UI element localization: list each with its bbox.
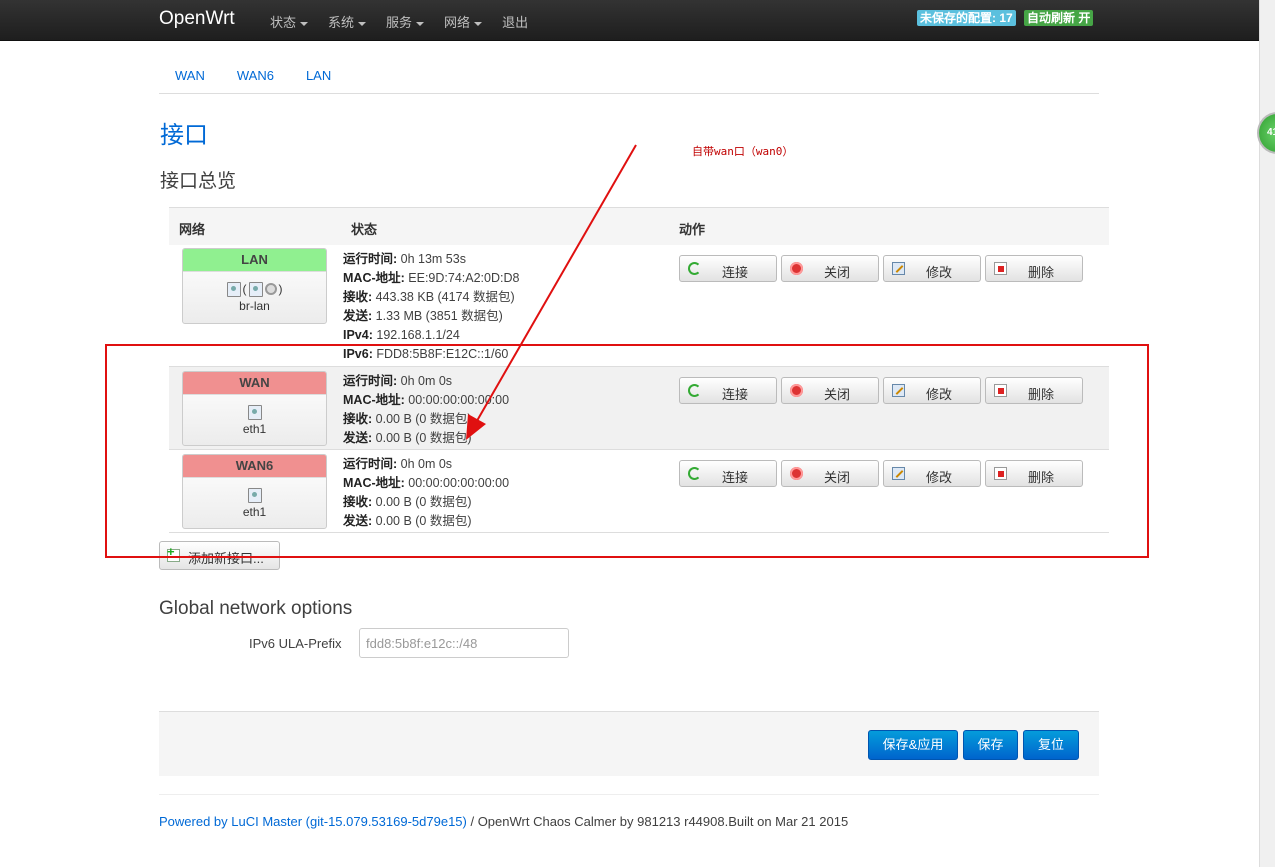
table-header: 网络 状态 动作 (169, 207, 1109, 246)
unsaved-changes-badge[interactable]: 未保存的配置: 17 (917, 10, 1016, 26)
page-title: 接口 (160, 122, 208, 149)
connect-button[interactable]: 连接 (679, 255, 777, 282)
table-row: WAN eth1 运行时间: 0h 0m 0s MAC-地址: 00:00:00… (169, 367, 1109, 450)
network-badge-lan: LAN ( ) br-lan (182, 248, 327, 324)
interface-tabs: WAN WAN6 LAN (159, 68, 1099, 94)
menu-logout[interactable]: 退出 (502, 12, 528, 31)
delete-button[interactable]: 删除 (985, 460, 1083, 487)
network-badge-wan6: WAN6 eth1 (182, 454, 327, 529)
table-row: WAN6 eth1 运行时间: 0h 0m 0s MAC-地址: 00:00:0… (169, 450, 1109, 533)
reset-button[interactable]: 复位 (1023, 730, 1079, 760)
add-interface-button[interactable]: 添加新接口... (159, 541, 280, 570)
delete-button[interactable]: 删除 (985, 377, 1083, 404)
bridge-icon (226, 281, 241, 297)
network-name: WAN (183, 372, 326, 395)
global-options-title: Global network options (159, 598, 353, 619)
device-name: eth1 (242, 422, 267, 436)
interface-status: 运行时间: 0h 0m 0s MAC-地址: 00:00:00:00:00:00… (343, 457, 510, 528)
close-button[interactable]: 关闭 (781, 255, 879, 282)
ethernet-icon (247, 404, 262, 420)
chevron-down-icon (358, 21, 367, 26)
ethernet-icon (248, 281, 263, 297)
edit-button[interactable]: 修改 (883, 255, 981, 282)
menu-services[interactable]: 服务 (386, 12, 425, 31)
row-actions: 连接 关闭 修改 删除 (679, 377, 1083, 404)
row-actions: 连接 关闭 修改 删除 (679, 460, 1083, 487)
close-button[interactable]: 关闭 (781, 377, 879, 404)
edit-button[interactable]: 修改 (883, 460, 981, 487)
ula-prefix-input[interactable] (359, 628, 569, 658)
connect-button[interactable]: 连接 (679, 460, 777, 487)
footer-credits: Powered by LuCI Master (git-15.079.53169… (159, 814, 849, 829)
main-menu: 状态 系统 服务 网络 退出 (270, 12, 548, 31)
row-actions: 连接 关闭 修改 删除 (679, 255, 1083, 282)
header-actions: 动作 (679, 222, 706, 237)
table-row: LAN ( ) br-lan 运行时间: 0h 13m 53s MAC-地址: … (169, 245, 1109, 367)
tab-wan[interactable]: WAN (159, 68, 221, 93)
interface-status: 运行时间: 0h 13m 53s MAC-地址: EE:9D:74:A2:0D:… (343, 252, 520, 361)
delete-button[interactable]: 删除 (985, 255, 1083, 282)
save-apply-button[interactable]: 保存&应用 (868, 730, 958, 760)
brand-logo[interactable]: OpenWrt (159, 8, 235, 30)
wireless-icon (264, 283, 277, 295)
ethernet-icon (247, 487, 262, 503)
menu-network[interactable]: 网络 (444, 12, 483, 31)
chevron-down-icon (474, 21, 483, 26)
device-name: eth1 (242, 505, 267, 519)
header-status: 状态 (351, 222, 378, 237)
menu-status[interactable]: 状态 (270, 12, 309, 31)
top-navbar: OpenWrt 状态 系统 服务 网络 退出 未保存的配置: 17 自动刷新 开 (0, 0, 1260, 41)
footer-divider (159, 794, 1099, 795)
form-actions-bar: 保存&应用 保存 复位 (159, 711, 1099, 776)
interface-table: 网络 状态 动作 LAN ( ) br-lan 运行时间: 0h 13m 53s… (169, 207, 1109, 533)
section-title: 接口总览 (160, 171, 237, 192)
header-network: 网络 (179, 222, 206, 237)
device-name: br-lan (239, 299, 270, 313)
annotation-note: 自带wan口（wan0） (692, 145, 794, 158)
luci-link[interactable]: Powered by LuCI Master (git-15.079.53169… (159, 814, 467, 829)
chevron-down-icon (416, 21, 425, 26)
connect-button[interactable]: 连接 (679, 377, 777, 404)
chevron-down-icon (300, 21, 309, 26)
close-button[interactable]: 关闭 (781, 460, 879, 487)
menu-system[interactable]: 系统 (328, 12, 367, 31)
save-button[interactable]: 保存 (963, 730, 1018, 760)
edit-button[interactable]: 修改 (883, 377, 981, 404)
tab-lan[interactable]: LAN (290, 68, 347, 93)
ula-prefix-label: IPv6 ULA-Prefix (249, 636, 342, 651)
interface-status: 运行时间: 0h 0m 0s MAC-地址: 00:00:00:00:00:00… (343, 374, 510, 445)
add-icon (167, 544, 180, 562)
network-badge-wan: WAN eth1 (182, 371, 327, 446)
tab-wan6[interactable]: WAN6 (221, 68, 290, 93)
network-name: LAN (183, 249, 326, 272)
network-name: WAN6 (183, 455, 326, 478)
auto-refresh-badge[interactable]: 自动刷新 开 (1024, 10, 1094, 26)
